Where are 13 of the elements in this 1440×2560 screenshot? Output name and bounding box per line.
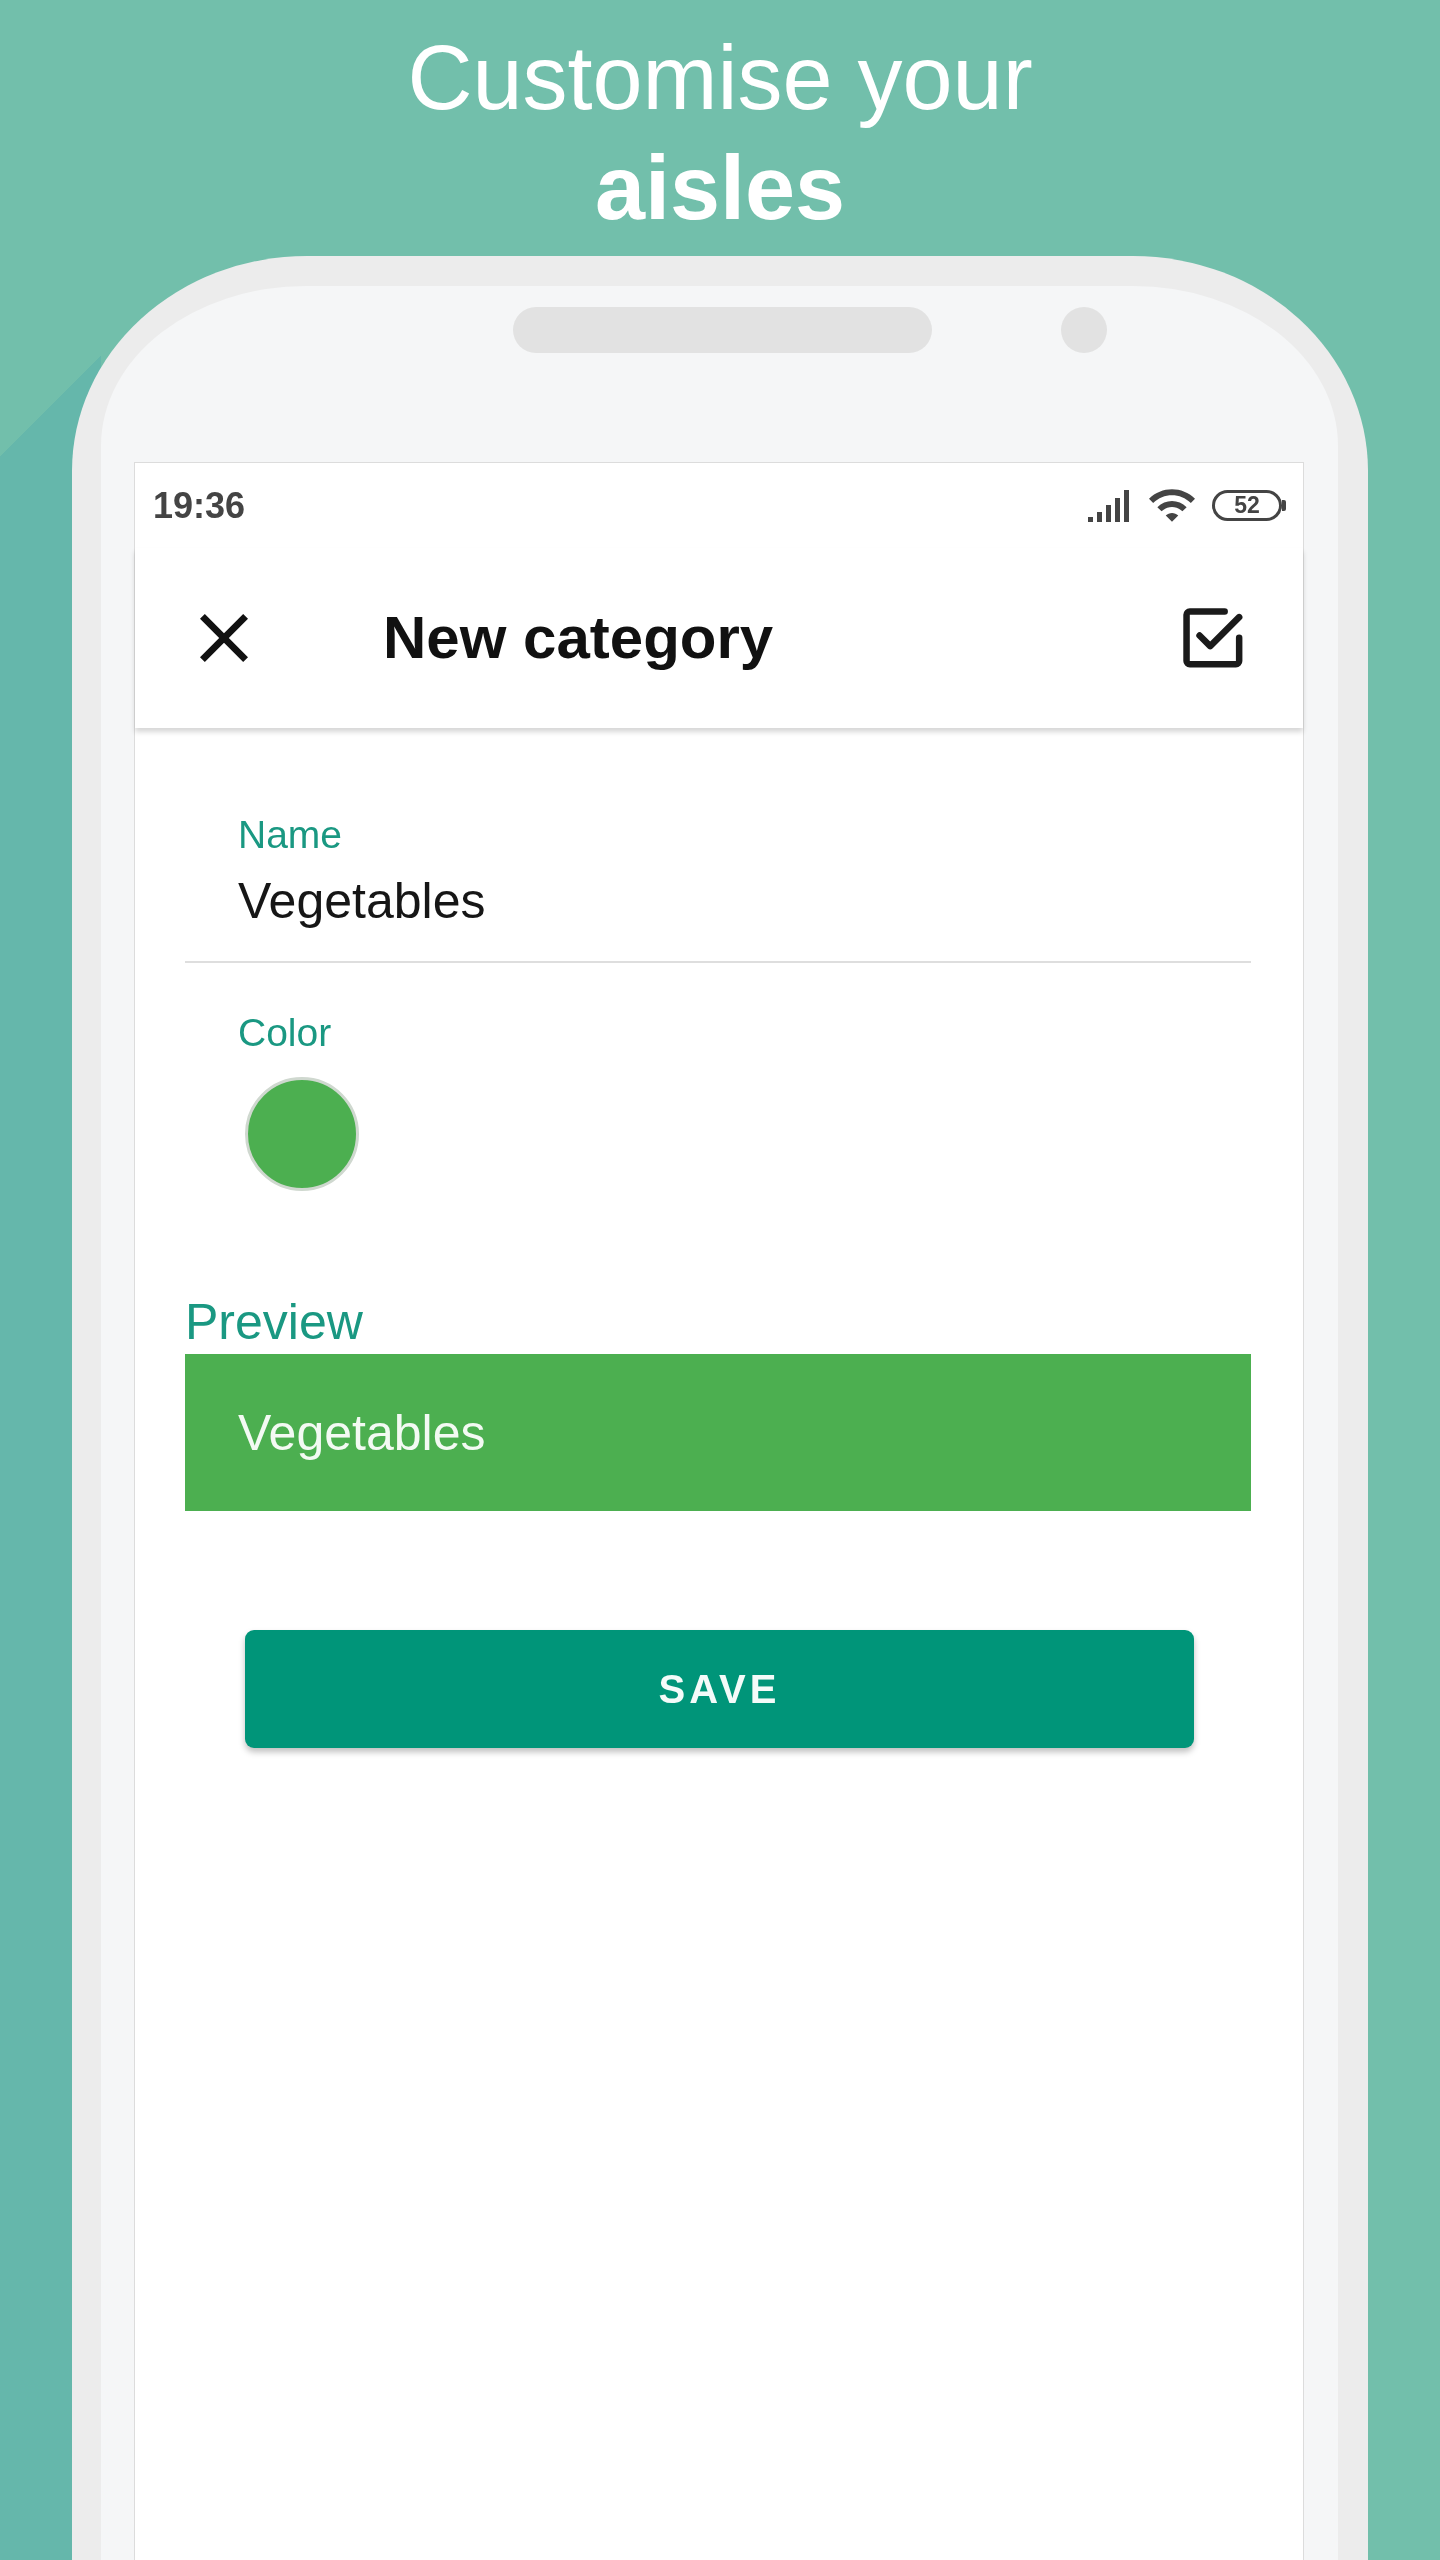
signal-icon xyxy=(1088,489,1132,522)
preview-text: Vegetables xyxy=(238,1403,486,1463)
headline: Customise your aisles xyxy=(407,27,1033,240)
checked-box-icon xyxy=(1183,608,1243,668)
screen-title: New category xyxy=(383,603,775,673)
close-icon xyxy=(200,614,248,662)
section-label: Preview xyxy=(185,1293,363,1351)
field-label: Color xyxy=(238,1010,332,1056)
wifi-icon xyxy=(1149,489,1195,522)
battery-indicator: 52 xyxy=(1212,490,1286,521)
save-button[interactable]: SAVE xyxy=(245,1630,1194,1748)
name-input-field[interactable]: Name Vegetables xyxy=(185,812,1251,963)
status-time: 19:36 xyxy=(153,484,246,527)
